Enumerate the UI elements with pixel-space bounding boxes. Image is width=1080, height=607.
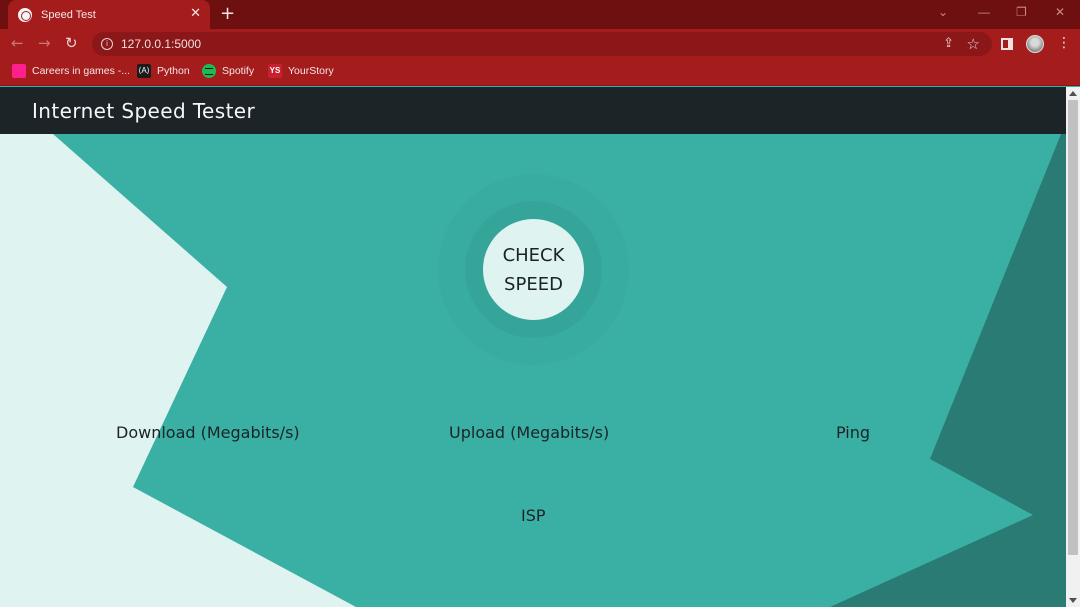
globe-icon — [18, 7, 32, 22]
check-speed-line-1: CHECK — [502, 244, 565, 266]
menu-icon[interactable]: ⋮ — [1057, 35, 1071, 51]
close-tab-icon[interactable]: ✕ — [190, 7, 201, 21]
download-label: Download (Megabits/s) — [116, 423, 300, 442]
bookmark-label: Spotify — [222, 65, 255, 77]
profile-avatar[interactable] — [1026, 35, 1044, 53]
page-scrollbar[interactable] — [1066, 87, 1080, 607]
tab-strip: Speed Test ✕ + ⌄ — ❐ ✕ — [0, 0, 1080, 29]
info-icon[interactable]: i — [101, 38, 113, 50]
new-tab-button[interactable]: + — [220, 4, 235, 24]
tab-search-icon[interactable]: ⌄ — [938, 5, 948, 19]
check-speed-button[interactable]: CHECK SPEED — [483, 219, 584, 320]
bookmark-label: YourStory — [288, 65, 334, 77]
forward-icon[interactable]: → — [38, 35, 51, 51]
bookmarks-bar: Careers in games -... ⟨A⟩ Python Spotify… — [0, 59, 1080, 86]
restore-icon[interactable]: ❐ — [1016, 5, 1027, 19]
spotify-icon — [202, 64, 216, 78]
url-text[interactable]: 127.0.0.1:5000 — [121, 37, 201, 51]
minimize-icon[interactable]: — — [978, 5, 990, 19]
bookmark-yourstory[interactable]: YS YourStory — [268, 64, 334, 78]
side-panel-icon[interactable] — [1001, 38, 1013, 50]
app-navbar: Internet Speed Tester — [0, 87, 1066, 134]
tab-speed-test[interactable]: Speed Test ✕ — [8, 0, 210, 29]
upload-label: Upload (Megabits/s) — [449, 423, 610, 442]
browser-toolbar: ← → ↻ i 127.0.0.1:5000 ⇪ ☆ — [0, 29, 1080, 59]
scroll-up-icon[interactable] — [1069, 91, 1077, 96]
bookmark-careers[interactable]: Careers in games -... — [12, 64, 130, 78]
careers-icon — [12, 64, 26, 78]
address-bar[interactable]: i 127.0.0.1:5000 ⇪ ☆ — [92, 32, 992, 56]
scroll-thumb[interactable] — [1068, 100, 1078, 555]
python-icon: ⟨A⟩ — [137, 64, 151, 78]
bookmark-star-icon[interactable]: ☆ — [967, 35, 980, 53]
ping-label: Ping — [836, 423, 871, 442]
app-title[interactable]: Internet Speed Tester — [32, 99, 255, 123]
bookmark-label: Careers in games -... — [32, 65, 131, 77]
scroll-down-icon[interactable] — [1069, 598, 1077, 603]
check-speed-line-2: SPEED — [504, 273, 563, 295]
background-shapes — [0, 134, 1066, 607]
reload-icon[interactable]: ↻ — [65, 35, 78, 51]
tab-title: Speed Test — [41, 8, 96, 21]
page-content: Internet Speed Tester CHECK SPEED Downlo… — [0, 87, 1066, 607]
window-close-icon[interactable]: ✕ — [1055, 5, 1065, 19]
back-icon[interactable]: ← — [11, 35, 24, 51]
yourstory-icon: YS — [268, 64, 282, 78]
isp-label: ISP — [521, 506, 546, 525]
bookmark-spotify[interactable]: Spotify — [202, 64, 254, 78]
share-icon[interactable]: ⇪ — [943, 36, 954, 51]
bookmark-label: Python — [157, 65, 190, 77]
bookmark-python[interactable]: ⟨A⟩ Python — [137, 64, 190, 78]
